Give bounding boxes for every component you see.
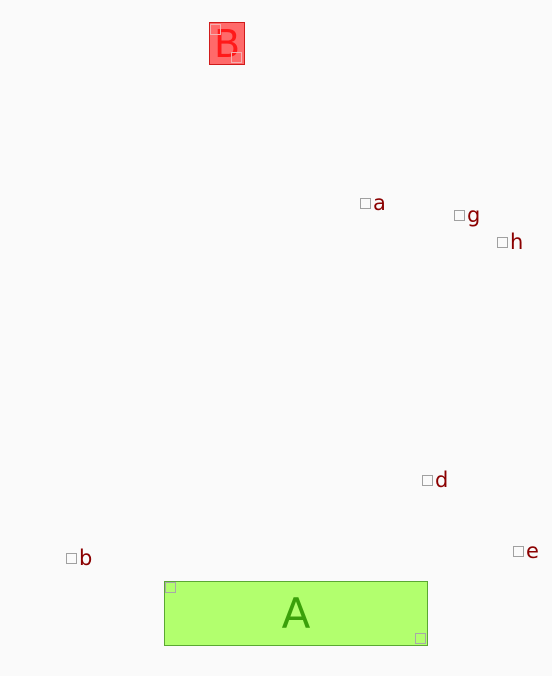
block-b[interactable]: B xyxy=(209,22,245,65)
resize-handle-top-left[interactable] xyxy=(165,582,176,593)
marker-h[interactable]: h xyxy=(497,230,523,254)
checkbox-icon[interactable] xyxy=(513,545,524,557)
marker-d-label: d xyxy=(435,468,449,492)
checkbox-icon[interactable] xyxy=(66,552,77,564)
marker-b[interactable]: b xyxy=(66,546,92,570)
checkbox-icon[interactable] xyxy=(497,236,508,248)
checkbox-icon[interactable] xyxy=(360,197,371,209)
resize-handle-bottom-right[interactable] xyxy=(231,52,242,63)
drawing-canvas[interactable]: B a g h d b e A xyxy=(0,0,552,676)
resize-handle-bottom-right[interactable] xyxy=(415,633,426,644)
marker-e-label: e xyxy=(526,539,539,563)
marker-h-label: h xyxy=(510,230,524,254)
marker-a[interactable]: a xyxy=(360,191,386,215)
block-a[interactable]: A xyxy=(164,581,428,646)
block-a-label: A xyxy=(281,589,311,638)
marker-d[interactable]: d xyxy=(422,468,448,492)
checkbox-icon[interactable] xyxy=(454,209,465,221)
marker-a-label: a xyxy=(373,191,386,215)
marker-e[interactable]: e xyxy=(513,539,539,563)
marker-b-label: b xyxy=(79,546,93,570)
checkbox-icon[interactable] xyxy=(422,474,433,486)
marker-g[interactable]: g xyxy=(454,203,480,227)
marker-g-label: g xyxy=(467,203,481,227)
resize-handle-top-left[interactable] xyxy=(210,24,221,35)
